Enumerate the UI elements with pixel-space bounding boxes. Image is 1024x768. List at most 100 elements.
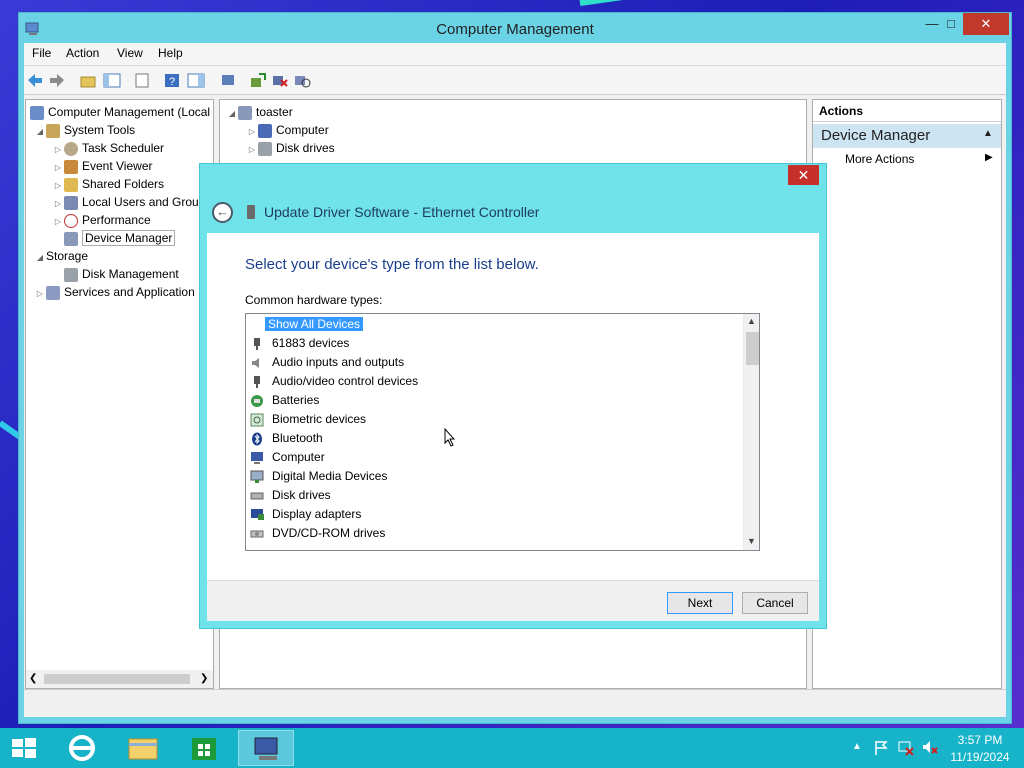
device-tree-computer[interactable]: ▷ Computer: [246, 121, 329, 139]
network-disconnected-icon[interactable]: [898, 740, 914, 756]
hardware-types-list[interactable]: Show All Devices 61883 devices Audio inp…: [245, 313, 760, 551]
scroll-up-arrow-icon[interactable]: ▲: [747, 316, 756, 326]
tree-device-manager[interactable]: Device Manager: [64, 229, 176, 247]
window-title: Computer Management: [436, 21, 594, 38]
scrollbar-thumb[interactable]: [44, 674, 190, 684]
store-taskbar-button[interactable]: [176, 730, 232, 766]
list-item[interactable]: Digital Media Devices: [250, 467, 390, 486]
menu-action[interactable]: Action: [66, 46, 99, 60]
show-hide-tree-icon[interactable]: [103, 72, 121, 89]
more-actions-arrow-icon[interactable]: ▶: [985, 152, 993, 163]
collapse-arrow-icon[interactable]: ◢: [34, 249, 46, 267]
update-driver-icon[interactable]: [249, 72, 267, 89]
disk-icon: [250, 489, 264, 503]
tree-event-viewer[interactable]: ▷ Event Viewer: [52, 157, 152, 175]
expand-arrow-icon[interactable]: ▷: [52, 213, 64, 231]
back-arrow-icon[interactable]: ←: [212, 202, 233, 223]
more-actions-link[interactable]: More Actions: [845, 152, 914, 166]
file-explorer-taskbar-button[interactable]: [115, 730, 171, 766]
disk-icon: [258, 141, 272, 156]
list-item[interactable]: Computer: [250, 448, 328, 467]
internet-explorer-taskbar-button[interactable]: [54, 730, 110, 766]
host-computer-icon: [238, 105, 252, 120]
internet-explorer-icon: [69, 735, 95, 761]
start-button[interactable]: [10, 737, 38, 759]
tree-services[interactable]: ▷ Services and Application: [34, 283, 195, 301]
list-vertical-scrollbar[interactable]: ▲ ▼: [743, 314, 759, 550]
list-item[interactable]: Display adapters: [250, 505, 364, 524]
list-item[interactable]: 61883 devices: [250, 334, 352, 353]
performance-icon: [64, 213, 78, 228]
computer-management-icon: [254, 737, 278, 760]
actions-device-manager[interactable]: Device Manager ▲: [813, 124, 1001, 148]
dvd-icon: [250, 527, 264, 541]
collapse-up-arrow-icon[interactable]: ▲: [983, 128, 993, 139]
display-icon: [250, 508, 264, 522]
tree-system-tools[interactable]: ◢ System Tools: [34, 121, 135, 139]
tools-icon: [46, 123, 60, 138]
back-arrow-icon[interactable]: [26, 72, 44, 89]
properties-icon[interactable]: [219, 72, 237, 89]
tree-root[interactable]: Computer Management (Local: [30, 103, 210, 121]
expand-arrow-icon[interactable]: ▷: [246, 141, 258, 159]
collapse-arrow-icon[interactable]: ◢: [34, 123, 46, 141]
scrollbar-thumb[interactable]: [746, 332, 759, 365]
menu-file[interactable]: File: [32, 46, 51, 60]
cancel-button[interactable]: Cancel: [742, 592, 808, 614]
device-tree-disk-drives[interactable]: ▷ Disk drives: [246, 139, 335, 157]
tree-local-users[interactable]: ▷ Local Users and Grou: [52, 193, 199, 211]
scroll-left-arrow-icon[interactable]: ❮: [29, 673, 37, 684]
dialog-close-button[interactable]: ✕: [788, 165, 819, 185]
scan-hardware-icon[interactable]: [293, 72, 311, 89]
console-tree: Computer Management (Local ◢ System Tools…: [25, 99, 214, 689]
menu-help[interactable]: Help: [158, 46, 183, 60]
export-list-icon[interactable]: [133, 72, 151, 89]
collapse-arrow-icon[interactable]: ◢: [226, 105, 238, 123]
clock-date[interactable]: 11/19/2024: [944, 750, 1016, 764]
close-button[interactable]: ✕: [963, 13, 1009, 35]
scroll-down-arrow-icon[interactable]: ▼: [747, 536, 756, 546]
tree-storage[interactable]: ◢ Storage: [34, 247, 88, 265]
tree-task-scheduler[interactable]: ▷ Task Scheduler: [52, 139, 164, 157]
clock-time[interactable]: 3:57 PM: [950, 733, 1010, 747]
expand-arrow-icon[interactable]: ▷: [34, 285, 46, 303]
list-item[interactable]: Show All Devices: [265, 315, 364, 334]
computer-management-taskbar-button[interactable]: [238, 730, 294, 766]
list-item[interactable]: DVD/CD-ROM drives: [250, 524, 388, 543]
tree-performance[interactable]: ▷ Performance: [52, 211, 151, 229]
help-icon[interactable]: ?: [163, 72, 181, 89]
up-folder-icon[interactable]: [79, 72, 97, 89]
clock-icon: [64, 141, 78, 156]
store-icon: [192, 738, 216, 760]
forward-arrow-icon[interactable]: [48, 72, 66, 89]
device-tree-host[interactable]: ◢ toaster: [226, 103, 293, 121]
uninstall-device-icon[interactable]: [271, 72, 289, 89]
event-viewer-icon: [64, 159, 78, 174]
list-label: Common hardware types:: [245, 293, 383, 307]
list-item[interactable]: Disk drives: [250, 486, 334, 505]
list-item[interactable]: Batteries: [250, 391, 322, 410]
list-item[interactable]: Audio/video control devices: [250, 372, 421, 391]
tree-disk-management[interactable]: Disk Management: [64, 265, 179, 283]
action-center-flag-icon[interactable]: [874, 740, 888, 756]
svg-text:?: ?: [169, 76, 175, 88]
title-bar[interactable]: Computer Management — □ ✕: [19, 13, 1011, 47]
list-item[interactable]: Bluetooth: [250, 429, 326, 448]
next-button[interactable]: Next: [667, 592, 733, 614]
action-pane-icon[interactable]: [187, 72, 205, 89]
horizontal-scrollbar[interactable]: ❮ ❯: [26, 670, 213, 688]
actions-pane: Actions Device Manager ▲ More Actions ▶: [812, 99, 1002, 689]
volume-muted-icon[interactable]: [922, 740, 938, 756]
windows-logo-icon: [12, 738, 36, 758]
list-item[interactable]: Biometric devices: [250, 410, 369, 429]
maximize-button[interactable]: □: [937, 13, 965, 35]
list-item[interactable]: Audio inputs and outputs: [250, 353, 407, 372]
file-explorer-icon: [128, 738, 158, 760]
show-hidden-icons-arrow-icon[interactable]: ▲: [852, 741, 862, 752]
dialog-title: Update Driver Software - Ethernet Contro…: [264, 204, 540, 220]
toolbar: ?: [24, 65, 1006, 95]
tree-shared-folders[interactable]: ▷ Shared Folders: [52, 175, 164, 193]
scroll-right-arrow-icon[interactable]: ❯: [200, 673, 208, 684]
update-driver-dialog: ✕ ← Update Driver Software - Ethernet Co…: [199, 163, 827, 629]
menu-view[interactable]: View: [117, 46, 143, 60]
